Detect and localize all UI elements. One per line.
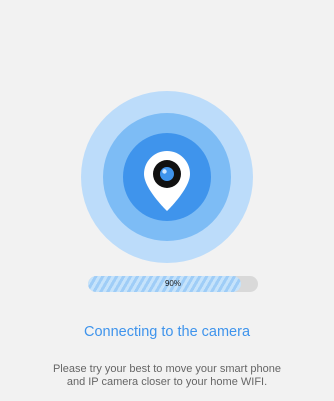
status-message: Please try your best to move your smart …	[0, 363, 334, 389]
status-title: Connecting to the camera	[83, 324, 251, 340]
status-message-line1: Please try your best to move your smart …	[52, 363, 282, 375]
connecting-screen: 90% Connecting to the camera Please try …	[0, 0, 334, 401]
location-pin-icon	[144, 151, 190, 211]
radar-graphic	[81, 91, 253, 263]
progress-percent: 90%	[164, 279, 181, 288]
status-message-line2: and IP camera closer to your home WIFI.	[66, 376, 268, 388]
progress-bar: 90%	[88, 276, 258, 292]
